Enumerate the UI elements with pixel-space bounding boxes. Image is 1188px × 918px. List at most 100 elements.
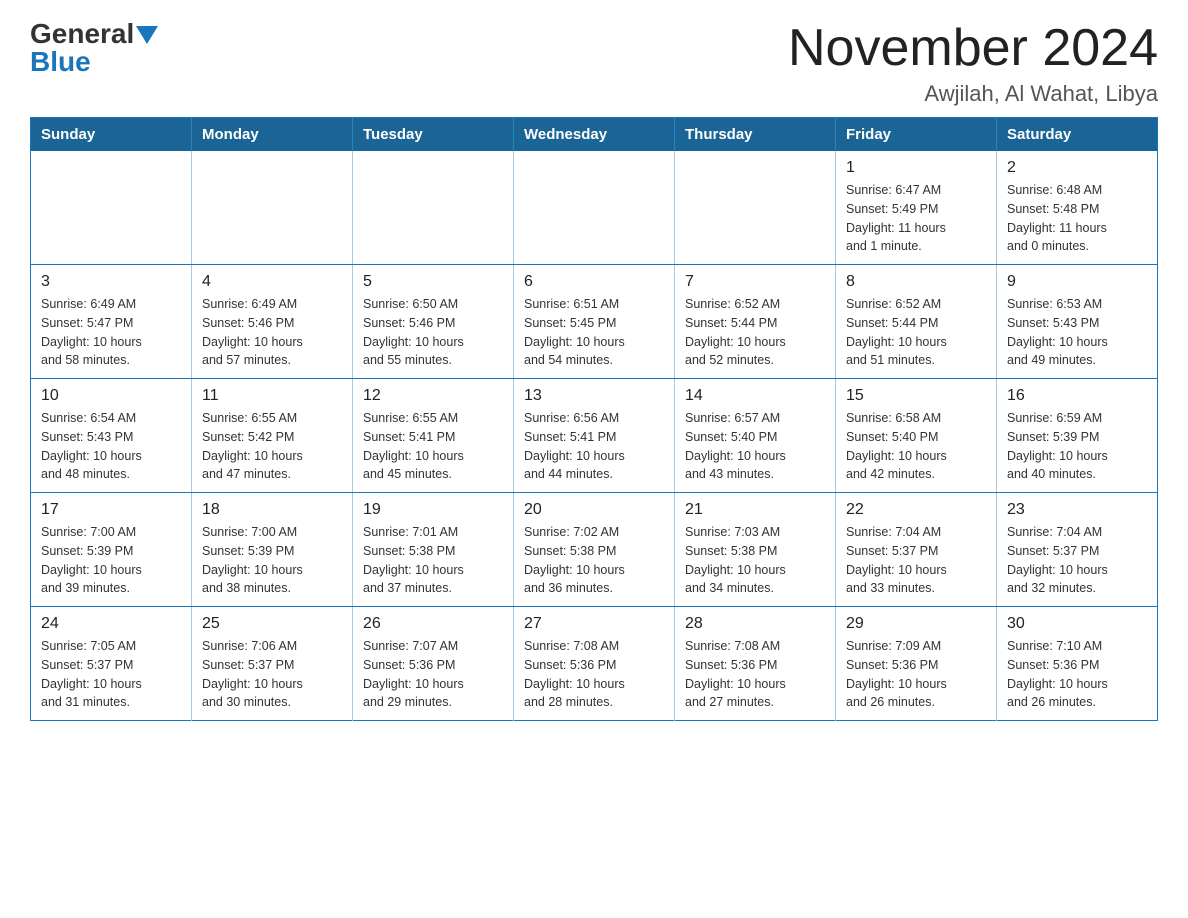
calendar-cell: 4Sunrise: 6:49 AMSunset: 5:46 PMDaylight…: [192, 265, 353, 379]
location-subtitle: Awjilah, Al Wahat, Libya: [788, 81, 1158, 107]
calendar-cell: 14 Sunrise: 6:57 AMSunset: 5:40 PMDayligh…: [675, 379, 836, 493]
day-number: 27: [524, 615, 664, 633]
day-info: Sunrise: 6:48 AMSunset: 5:48 PMDaylight:…: [1007, 181, 1147, 256]
day-info: Sunrise: 6:57 AMSunset: 5:40 PMDaylight:…: [685, 409, 825, 484]
day-number: 1: [846, 159, 986, 177]
calendar-cell: [353, 151, 514, 265]
day-number: 18: [202, 501, 342, 519]
month-year-title: November 2024: [788, 20, 1158, 77]
day-number: 22: [846, 501, 986, 519]
weekday-header-row: SundayMondayTuesdayWednesdayThursdayFrid…: [31, 118, 1158, 152]
calendar-cell: 6 Sunrise: 6:51 AMSunset: 5:45 PMDaylight…: [514, 265, 675, 379]
day-info: Sunrise: 6:56 AMSunset: 5:41 PMDaylight:…: [524, 409, 664, 484]
weekday-header-monday: Monday: [192, 118, 353, 152]
day-info: Sunrise: 7:01 AMSunset: 5:38 PMDaylight:…: [363, 523, 503, 598]
day-info: Sunrise: 6:52 AMSunset: 5:44 PMDaylight:…: [685, 295, 825, 370]
day-number: 24: [41, 615, 181, 633]
calendar-cell: 2Sunrise: 6:48 AMSunset: 5:48 PMDaylight…: [997, 151, 1158, 265]
day-number: 25: [202, 615, 342, 633]
calendar-cell: 25 Sunrise: 7:06 AMSunset: 5:37 PMDayligh…: [192, 607, 353, 721]
day-info: Sunrise: 7:04 AMSunset: 5:37 PMDaylight:…: [846, 523, 986, 598]
calendar-week-2: 3 Sunrise: 6:49 AMSunset: 5:47 PMDaylight…: [31, 265, 1158, 379]
day-number: 5: [363, 273, 503, 291]
day-number: 10: [41, 387, 181, 405]
calendar-cell: 24 Sunrise: 7:05 AMSunset: 5:37 PMDayligh…: [31, 607, 192, 721]
day-info: Sunrise: 7:00 AMSunset: 5:39 PMDaylight:…: [202, 523, 342, 598]
logo-triangle-icon: [136, 26, 158, 44]
day-number: 28: [685, 615, 825, 633]
calendar-cell: 27 Sunrise: 7:08 AMSunset: 5:36 PMDayligh…: [514, 607, 675, 721]
calendar-cell: 3 Sunrise: 6:49 AMSunset: 5:47 PMDaylight…: [31, 265, 192, 379]
calendar-cell: 26 Sunrise: 7:07 AMSunset: 5:36 PMDayligh…: [353, 607, 514, 721]
day-info: Sunrise: 7:08 AMSunset: 5:36 PMDaylight:…: [524, 637, 664, 712]
day-info: Sunrise: 6:59 AMSunset: 5:39 PMDaylight:…: [1007, 409, 1147, 484]
day-info: Sunrise: 7:02 AMSunset: 5:38 PMDaylight:…: [524, 523, 664, 598]
weekday-header-wednesday: Wednesday: [514, 118, 675, 152]
calendar-cell: 9 Sunrise: 6:53 AMSunset: 5:43 PMDaylight…: [997, 265, 1158, 379]
day-info: Sunrise: 6:50 AMSunset: 5:46 PMDaylight:…: [363, 295, 503, 370]
weekday-header-friday: Friday: [836, 118, 997, 152]
day-number: 14: [685, 387, 825, 405]
calendar-cell: 29Sunrise: 7:09 AMSunset: 5:36 PMDayligh…: [836, 607, 997, 721]
day-info: Sunrise: 6:58 AMSunset: 5:40 PMDaylight:…: [846, 409, 986, 484]
page-header: General Blue November 2024 Awjilah, Al W…: [30, 20, 1158, 107]
calendar-week-4: 17 Sunrise: 7:00 AMSunset: 5:39 PMDayligh…: [31, 493, 1158, 607]
day-number: 13: [524, 387, 664, 405]
day-number: 26: [363, 615, 503, 633]
day-info: Sunrise: 6:55 AMSunset: 5:41 PMDaylight:…: [363, 409, 503, 484]
day-info: Sunrise: 7:04 AMSunset: 5:37 PMDaylight:…: [1007, 523, 1147, 598]
calendar-week-1: 1 Sunrise: 6:47 AMSunset: 5:49 PMDaylight…: [31, 151, 1158, 265]
day-info: Sunrise: 6:49 AMSunset: 5:47 PMDaylight:…: [41, 295, 181, 370]
calendar-cell: 1 Sunrise: 6:47 AMSunset: 5:49 PMDaylight…: [836, 151, 997, 265]
calendar-cell: 30Sunrise: 7:10 AMSunset: 5:36 PMDayligh…: [997, 607, 1158, 721]
calendar-cell: 16Sunrise: 6:59 AMSunset: 5:39 PMDayligh…: [997, 379, 1158, 493]
day-info: Sunrise: 6:47 AMSunset: 5:49 PMDaylight:…: [846, 181, 986, 256]
day-info: Sunrise: 7:07 AMSunset: 5:36 PMDaylight:…: [363, 637, 503, 712]
day-info: Sunrise: 7:05 AMSunset: 5:37 PMDaylight:…: [41, 637, 181, 712]
calendar-table: SundayMondayTuesdayWednesdayThursdayFrid…: [30, 117, 1158, 721]
weekday-header-thursday: Thursday: [675, 118, 836, 152]
logo-general: General: [30, 20, 134, 48]
calendar-cell: 23Sunrise: 7:04 AMSunset: 5:37 PMDayligh…: [997, 493, 1158, 607]
calendar-cell: [31, 151, 192, 265]
calendar-cell: 7 Sunrise: 6:52 AMSunset: 5:44 PMDaylight…: [675, 265, 836, 379]
day-info: Sunrise: 7:06 AMSunset: 5:37 PMDaylight:…: [202, 637, 342, 712]
day-number: 21: [685, 501, 825, 519]
calendar-cell: 17 Sunrise: 7:00 AMSunset: 5:39 PMDayligh…: [31, 493, 192, 607]
calendar-week-5: 24 Sunrise: 7:05 AMSunset: 5:37 PMDayligh…: [31, 607, 1158, 721]
calendar-cell: 21 Sunrise: 7:03 AMSunset: 5:38 PMDayligh…: [675, 493, 836, 607]
day-number: 8: [846, 273, 986, 291]
calendar-cell: 10Sunrise: 6:54 AMSunset: 5:43 PMDayligh…: [31, 379, 192, 493]
day-number: 15: [846, 387, 986, 405]
calendar-cell: [675, 151, 836, 265]
day-info: Sunrise: 6:55 AMSunset: 5:42 PMDaylight:…: [202, 409, 342, 484]
calendar-cell: 12 Sunrise: 6:55 AMSunset: 5:41 PMDayligh…: [353, 379, 514, 493]
calendar-cell: 13 Sunrise: 6:56 AMSunset: 5:41 PMDayligh…: [514, 379, 675, 493]
day-number: 4: [202, 273, 342, 291]
weekday-header-sunday: Sunday: [31, 118, 192, 152]
day-number: 9: [1007, 273, 1147, 291]
calendar-cell: 5 Sunrise: 6:50 AMSunset: 5:46 PMDaylight…: [353, 265, 514, 379]
day-number: 6: [524, 273, 664, 291]
day-number: 17: [41, 501, 181, 519]
day-info: Sunrise: 6:51 AMSunset: 5:45 PMDaylight:…: [524, 295, 664, 370]
day-number: 19: [363, 501, 503, 519]
day-number: 29: [846, 615, 986, 633]
logo-blue: Blue: [30, 48, 91, 76]
weekday-header-tuesday: Tuesday: [353, 118, 514, 152]
calendar-cell: 20Sunrise: 7:02 AMSunset: 5:38 PMDayligh…: [514, 493, 675, 607]
calendar-cell: 11Sunrise: 6:55 AMSunset: 5:42 PMDayligh…: [192, 379, 353, 493]
calendar-cell: [192, 151, 353, 265]
day-info: Sunrise: 7:00 AMSunset: 5:39 PMDaylight:…: [41, 523, 181, 598]
day-number: 12: [363, 387, 503, 405]
day-number: 7: [685, 273, 825, 291]
day-info: Sunrise: 6:53 AMSunset: 5:43 PMDaylight:…: [1007, 295, 1147, 370]
weekday-header-saturday: Saturday: [997, 118, 1158, 152]
calendar-cell: 8 Sunrise: 6:52 AMSunset: 5:44 PMDaylight…: [836, 265, 997, 379]
day-number: 3: [41, 273, 181, 291]
day-info: Sunrise: 6:52 AMSunset: 5:44 PMDaylight:…: [846, 295, 986, 370]
day-info: Sunrise: 7:03 AMSunset: 5:38 PMDaylight:…: [685, 523, 825, 598]
calendar-cell: 28 Sunrise: 7:08 AMSunset: 5:36 PMDayligh…: [675, 607, 836, 721]
calendar-cell: 18 Sunrise: 7:00 AMSunset: 5:39 PMDayligh…: [192, 493, 353, 607]
day-info: Sunrise: 7:08 AMSunset: 5:36 PMDaylight:…: [685, 637, 825, 712]
